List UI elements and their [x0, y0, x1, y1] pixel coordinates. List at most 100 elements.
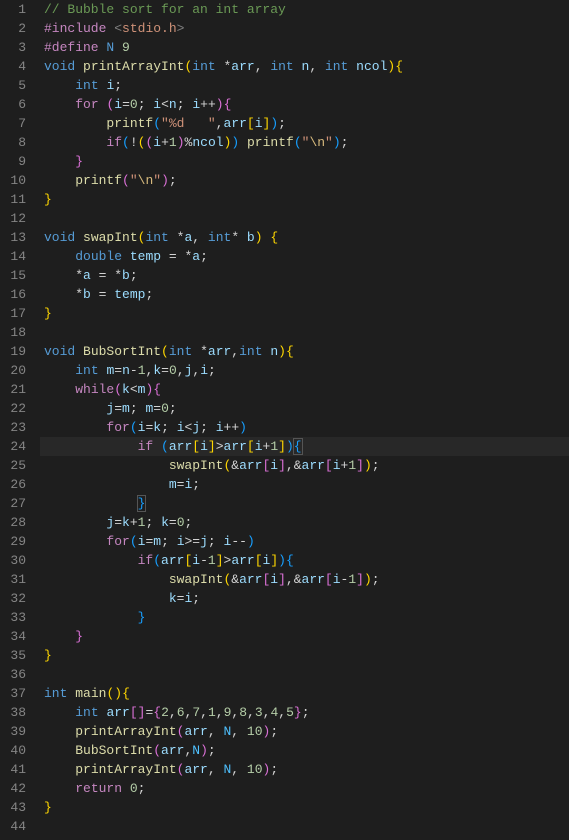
code-line[interactable]: for (i=0; i<n; i++){ — [40, 95, 569, 114]
code-line[interactable]: int main(){ — [40, 684, 569, 703]
token: ( — [153, 743, 161, 758]
code-line[interactable] — [40, 665, 569, 684]
token: m — [122, 401, 130, 416]
token — [44, 610, 138, 625]
token — [44, 534, 106, 549]
code-line[interactable]: } — [40, 627, 569, 646]
token: i — [153, 97, 161, 112]
code-line[interactable] — [40, 209, 569, 228]
code-line[interactable]: *b = temp; — [40, 285, 569, 304]
code-line[interactable] — [40, 817, 569, 836]
token — [169, 230, 177, 245]
code-line[interactable]: } — [40, 152, 569, 171]
token: , — [177, 363, 185, 378]
token: ; — [200, 249, 208, 264]
token: " — [153, 173, 161, 188]
token: } — [294, 705, 302, 720]
code-line[interactable]: if (arr[i]>arr[i+1]){ — [40, 437, 569, 456]
token: k — [153, 363, 161, 378]
code-line[interactable]: while(k<m){ — [40, 380, 569, 399]
token: , — [231, 344, 239, 359]
token: ! — [130, 135, 138, 150]
token: = — [91, 287, 114, 302]
token: ++ — [200, 97, 216, 112]
code-line[interactable]: printf("%d ",arr[i]); — [40, 114, 569, 133]
code-line[interactable]: } — [40, 798, 569, 817]
code-line[interactable]: int i; — [40, 76, 569, 95]
code-editor[interactable]: 1234567891011121314151617181920212223242… — [0, 0, 569, 840]
token: 1 — [138, 363, 146, 378]
code-line[interactable]: void swapInt(int *a, int* b) { — [40, 228, 569, 247]
code-line[interactable]: *a = *b; — [40, 266, 569, 285]
line-number: 5 — [8, 76, 26, 95]
token: ( — [122, 173, 130, 188]
token: ) — [278, 344, 286, 359]
code-line[interactable]: if(!((i+1)%ncol)) printf("\n"); — [40, 133, 569, 152]
token: >= — [185, 534, 201, 549]
token: arr — [161, 553, 184, 568]
code-line[interactable]: #include <stdio.h> — [40, 19, 569, 38]
code-line[interactable]: swapInt(&arr[i],&arr[i+1]); — [40, 456, 569, 475]
code-line[interactable]: int m=n-1,k=0,j,i; — [40, 361, 569, 380]
token: 0 — [130, 781, 138, 796]
token: { — [293, 438, 303, 455]
line-number: 31 — [8, 570, 26, 589]
code-line[interactable]: // Bubble sort for an int array — [40, 0, 569, 19]
code-area[interactable]: // Bubble sort for an int array#include … — [40, 0, 569, 840]
code-line[interactable]: } — [40, 190, 569, 209]
line-number: 13 — [8, 228, 26, 247]
token: int — [239, 344, 262, 359]
line-number: 22 — [8, 399, 26, 418]
code-line[interactable]: if(arr[i-1]>arr[i]){ — [40, 551, 569, 570]
token: i — [333, 572, 341, 587]
token: m — [169, 477, 177, 492]
token — [44, 363, 75, 378]
token — [44, 591, 169, 606]
code-line[interactable]: } — [40, 494, 569, 513]
code-line[interactable]: printArrayInt(arr, N, 10); — [40, 722, 569, 741]
token: ,& — [286, 458, 302, 473]
token: ) — [333, 135, 341, 150]
code-line[interactable]: } — [40, 646, 569, 665]
token: } — [44, 306, 52, 321]
code-line[interactable]: for(i=k; i<j; i++) — [40, 418, 569, 437]
code-line[interactable]: #define N 9 — [40, 38, 569, 57]
code-line[interactable] — [40, 323, 569, 342]
code-line[interactable]: void printArrayInt(int *arr, int n, int … — [40, 57, 569, 76]
line-number: 20 — [8, 361, 26, 380]
token: } — [75, 629, 83, 644]
code-line[interactable]: printf("\n"); — [40, 171, 569, 190]
token: ) — [177, 135, 185, 150]
token — [44, 97, 75, 112]
token: > — [177, 21, 185, 36]
token: , — [247, 705, 255, 720]
code-line[interactable]: printArrayInt(arr, N, 10); — [40, 760, 569, 779]
code-line[interactable]: } — [40, 304, 569, 323]
token: ,& — [286, 572, 302, 587]
token: arr — [184, 762, 207, 777]
token: 7 — [192, 705, 200, 720]
code-line[interactable]: j=m; m=0; — [40, 399, 569, 418]
token: [ — [247, 439, 255, 454]
code-line[interactable]: double temp = *a; — [40, 247, 569, 266]
code-line[interactable]: int arr[]={2,6,7,1,9,8,3,4,5}; — [40, 703, 569, 722]
token: i — [177, 420, 185, 435]
code-line[interactable]: return 0; — [40, 779, 569, 798]
code-line[interactable]: j=k+1; k=0; — [40, 513, 569, 532]
token: ] — [278, 572, 286, 587]
code-line[interactable]: void BubSortInt(int *arr,int n){ — [40, 342, 569, 361]
code-line[interactable]: m=i; — [40, 475, 569, 494]
line-number: 23 — [8, 418, 26, 437]
token — [44, 496, 138, 511]
code-line[interactable]: for(i=m; i>=j; i--) — [40, 532, 569, 551]
code-line[interactable]: swapInt(&arr[i],&arr[i-1]); — [40, 570, 569, 589]
code-line[interactable]: } — [40, 608, 569, 627]
token: n — [270, 344, 278, 359]
code-line[interactable]: BubSortInt(arr,N); — [40, 741, 569, 760]
token: arr — [223, 116, 246, 131]
token: ncol — [192, 135, 223, 150]
code-line[interactable]: k=i; — [40, 589, 569, 608]
token: arr — [208, 344, 231, 359]
token: = — [153, 401, 161, 416]
token — [44, 515, 106, 530]
